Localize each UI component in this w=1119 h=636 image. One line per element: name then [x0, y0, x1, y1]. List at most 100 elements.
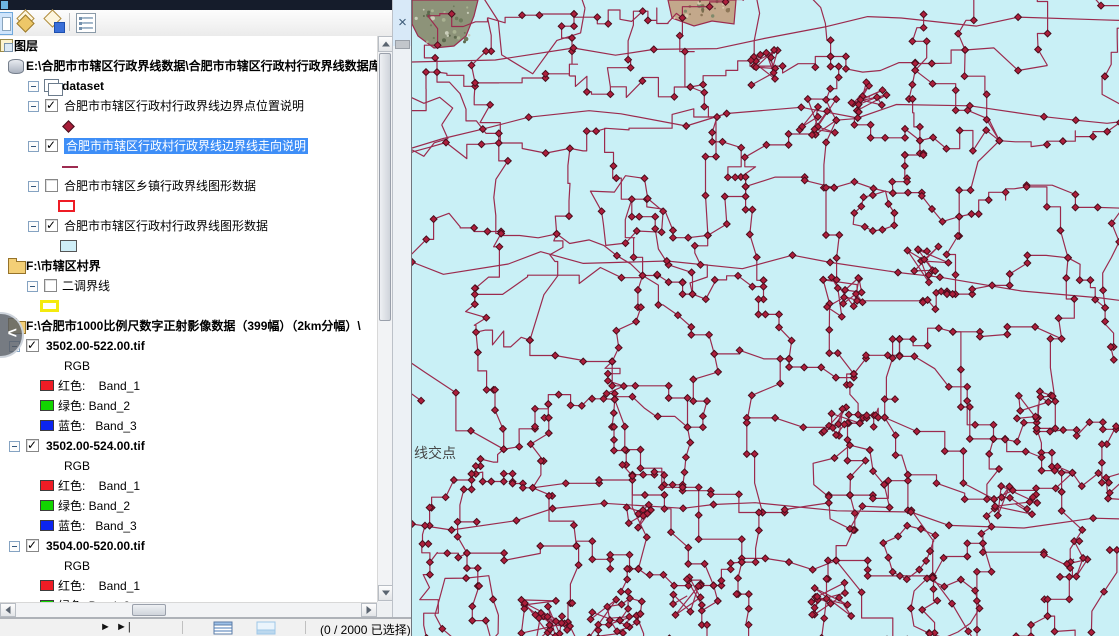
tree-label[interactable]: dataset: [62, 78, 104, 94]
legend-symbol-row: [0, 156, 377, 176]
vertical-scroll-thumb[interactable]: [379, 53, 391, 321]
tree-row: 合肥市市辖区行政村行政界线边界线走向说明: [0, 136, 377, 156]
scroll-down-button[interactable]: [378, 585, 393, 601]
list-by-source-button[interactable]: [15, 12, 37, 33]
tree-expander-icon[interactable]: [28, 181, 39, 192]
tree-expander-icon[interactable]: [28, 221, 39, 232]
tree-row: 红色: Band_1: [0, 476, 377, 496]
layer-visibility-checkbox[interactable]: [44, 279, 57, 292]
last-record-button[interactable]: ►|: [116, 621, 132, 633]
next-record-button[interactable]: ►: [100, 621, 112, 633]
list-by-visibility-button[interactable]: [42, 12, 64, 33]
tree-label[interactable]: RGB: [64, 358, 90, 374]
tree-row: 合肥市市辖区乡镇行政界线图形数据: [0, 176, 377, 196]
layer-visibility-checkbox[interactable]: [26, 339, 39, 352]
tree-row: 绿色: Band_2: [0, 496, 377, 516]
attribute-table-icon[interactable]: [213, 621, 233, 636]
tree-label[interactable]: F:\合肥市1000比例尺数字正射影像数据（399幅）（2km分幅）\: [26, 318, 361, 334]
tree-label[interactable]: RGB: [64, 458, 90, 474]
tree-row: F:\合肥市1000比例尺数字正射影像数据（399幅）（2km分幅）\: [0, 316, 377, 336]
layer-visibility-checkbox[interactable]: [26, 539, 39, 552]
arrow-up-icon: [382, 42, 390, 47]
tree-expander-icon[interactable]: [9, 441, 20, 452]
list-by-drawing-order-button[interactable]: [0, 12, 13, 35]
tree-label[interactable]: 图层: [14, 38, 38, 54]
tree-row: 蓝色: Band_3: [0, 416, 377, 436]
horizontal-scroll-thumb[interactable]: [132, 604, 166, 616]
tree-expander-icon[interactable]: [27, 281, 38, 292]
tree-row: 红色: Band_1: [0, 376, 377, 396]
show-selected-records-icon[interactable]: [256, 621, 276, 636]
scroll-left-button[interactable]: [0, 603, 16, 617]
tree-row: 绿色: Band_2: [0, 396, 377, 416]
tree-row: 红色: Band_1: [0, 576, 377, 596]
map-canvas[interactable]: 线交点: [412, 0, 1119, 636]
legend-symbol-row: [0, 196, 377, 216]
tree-row: 合肥市市辖区行政村行政界线图形数据: [0, 216, 377, 236]
dock-grip[interactable]: [395, 40, 410, 49]
legend-symbol-row: [0, 116, 377, 136]
tree-expander-icon[interactable]: [28, 101, 39, 112]
layer-visibility-checkbox[interactable]: [45, 139, 58, 152]
tree-row: F:\市辖区村界: [0, 256, 377, 276]
tree-row: RGB: [0, 556, 377, 576]
tree-label[interactable]: 3502.00-522.00.tif: [46, 338, 145, 354]
tree-label[interactable]: 合肥市市辖区行政村行政界线图形数据: [64, 218, 268, 234]
arrow-right-icon: [367, 606, 372, 614]
toc-tree: 图层 E:\合肥市市辖区行政界线数据\合肥市市辖区行政村行政界线数据库 datase…: [0, 36, 377, 602]
scroll-right-button[interactable]: [361, 603, 377, 617]
tree-label[interactable]: 合肥市市辖区行政村行政界线边界线走向说明: [64, 138, 308, 154]
map-view: 线交点: [411, 0, 1119, 636]
layer-visibility-checkbox[interactable]: [45, 179, 58, 192]
tree-label[interactable]: 绿色: Band_2: [58, 398, 130, 414]
tree-label[interactable]: 3502.00-524.00.tif: [46, 438, 145, 454]
tree-label[interactable]: 绿色: Band_2: [58, 498, 130, 514]
options-list-icon: [76, 13, 96, 33]
layer-visibility-checkbox[interactable]: [26, 439, 39, 452]
map-tooltip-label: 线交点: [414, 445, 456, 461]
tree-row: dataset: [0, 76, 377, 96]
tree-label[interactable]: 合肥市市辖区行政村行政界线边界点位置说明: [64, 98, 304, 114]
layer-visibility-checkbox[interactable]: [45, 99, 58, 112]
toc-dock-edge: ×: [392, 0, 411, 636]
tree-label[interactable]: E:\合肥市市辖区行政界线数据\合肥市市辖区行政村行政界线数据库: [26, 58, 377, 74]
tree-label[interactable]: 3504.00-520.00.tif: [46, 538, 145, 554]
layer-visibility-checkbox[interactable]: [45, 219, 58, 232]
tree-label[interactable]: 合肥市市辖区乡镇行政界线图形数据: [64, 178, 256, 194]
tree-label[interactable]: 红色: Band_1: [58, 578, 140, 594]
tree-label[interactable]: 红色: Band_1: [58, 378, 140, 394]
tree-expander-icon[interactable]: [28, 81, 39, 92]
tree-expander-icon[interactable]: [28, 141, 39, 152]
tree-expander-icon[interactable]: [9, 541, 20, 552]
tree-row: 3502.00-524.00.tif: [0, 436, 377, 456]
legend-symbol-row: [0, 296, 377, 316]
tree-label[interactable]: F:\市辖区村界: [26, 258, 101, 274]
statusbar-separator: [182, 621, 183, 634]
scroll-up-button[interactable]: [378, 36, 393, 52]
top-dark-strip: [0, 0, 392, 10]
close-toc-button[interactable]: ×: [394, 12, 411, 34]
frame-icon: [0, 39, 13, 52]
band-color-swatch: [40, 400, 54, 411]
tree-label[interactable]: 蓝色: Band_3: [58, 418, 137, 434]
toc-options-button[interactable]: [75, 12, 97, 33]
folder-icon: [8, 261, 26, 274]
band-color-swatch: [40, 380, 54, 391]
tree-row: 3502.00-522.00.tif: [0, 336, 377, 356]
polygon-symbol: [58, 200, 75, 212]
gdb-icon: [8, 59, 24, 74]
tree-label[interactable]: RGB: [64, 558, 90, 574]
point-symbol: [62, 120, 75, 133]
arrow-down-icon: [382, 591, 390, 596]
tree-label[interactable]: 红色: Band_1: [58, 478, 140, 494]
tree-label[interactable]: 蓝色: Band_3: [58, 518, 137, 534]
toc-vertical-scrollbar[interactable]: [377, 36, 392, 602]
tree-row: RGB: [0, 456, 377, 476]
legend-symbol-row: [0, 236, 377, 256]
tree-row: E:\合肥市市辖区行政界线数据\合肥市市辖区行政村行政界线数据库: [0, 56, 377, 76]
tree-label[interactable]: 二调界线: [62, 278, 110, 294]
band-color-swatch: [40, 420, 54, 431]
toc-horizontal-scrollbar[interactable]: [0, 602, 377, 617]
statusbar-separator: [305, 621, 306, 634]
band-color-swatch: [40, 520, 54, 531]
